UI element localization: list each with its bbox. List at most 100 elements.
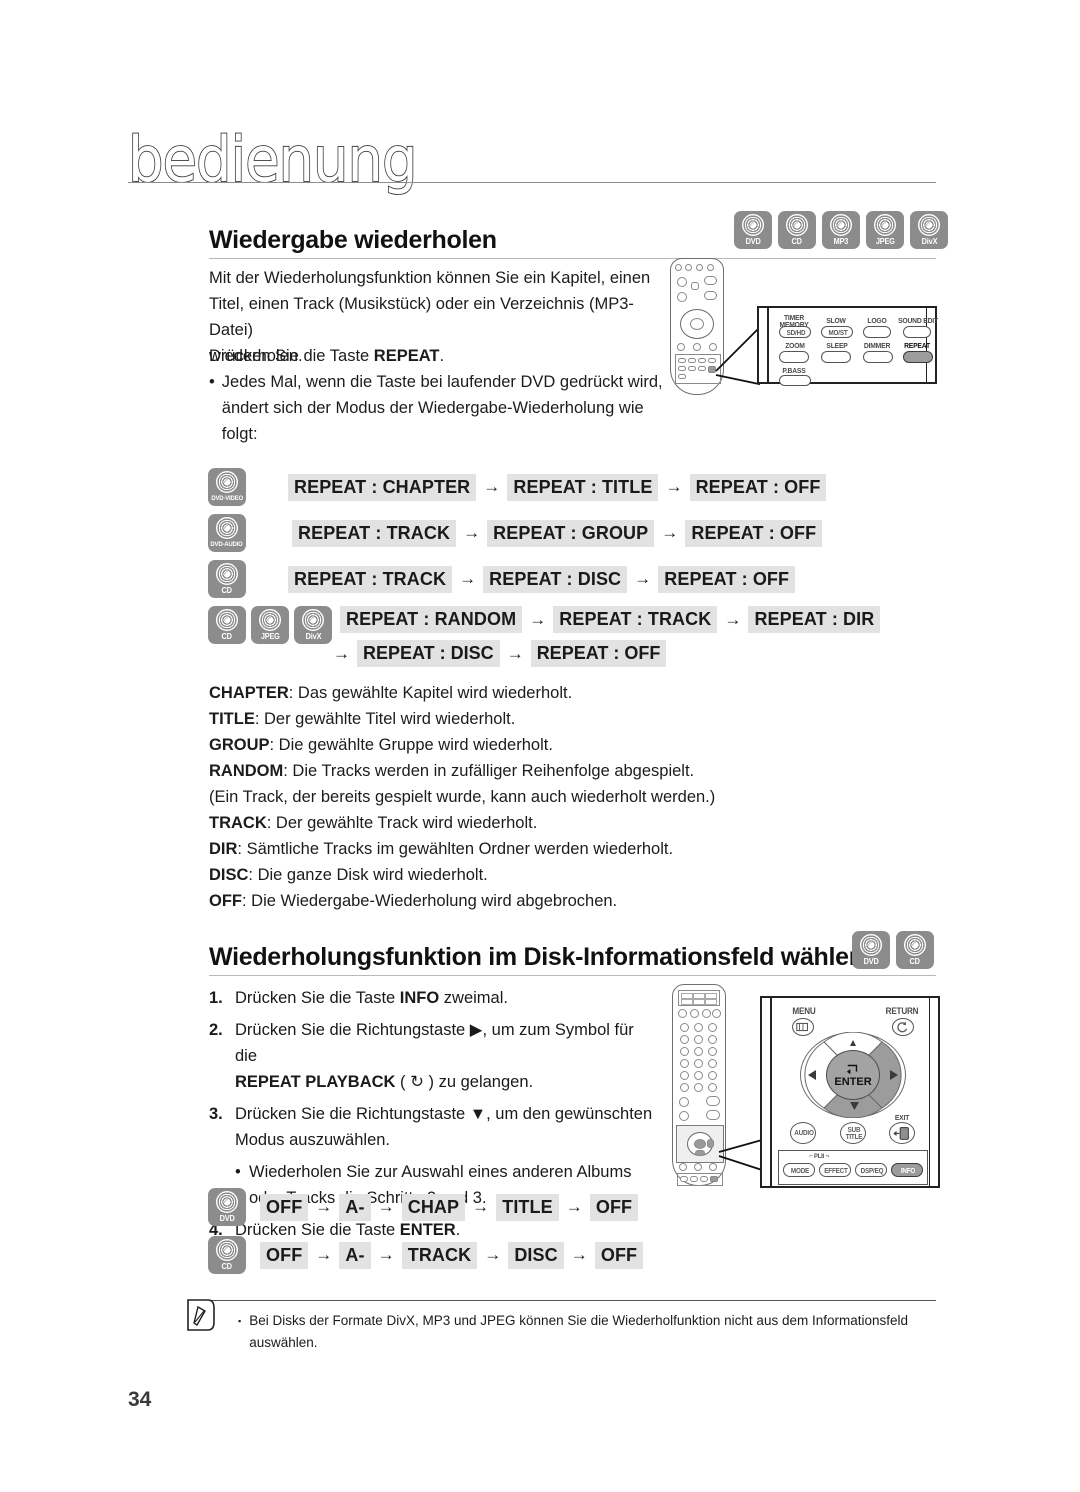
disc-icon <box>860 934 882 956</box>
callout-edge <box>928 998 930 1186</box>
badge-label: DVD-AUDIO <box>210 541 244 548</box>
disc-icon <box>830 214 852 236</box>
intro-line-2: Titel, einen Track (Musikstück) oder ein… <box>209 295 634 339</box>
sequence-arrow-icon: → <box>570 1245 588 1264</box>
label-dolby-plii: ⌐ PLII ¬ <box>809 1153 829 1160</box>
sequence-row-cd: CD REPEAT : TRACK → REPEAT : DISC → REPE… <box>208 560 880 598</box>
definition-term: CHAPTER <box>209 684 289 702</box>
title-divider <box>128 182 936 183</box>
label-mode: MODE <box>790 1168 810 1175</box>
step-text-line: REPEAT PLAYBACK ( ↻ ) zu gelangen. <box>235 1069 659 1095</box>
note-divider <box>196 1300 936 1301</box>
row-disc-icons: CD <box>208 560 288 598</box>
sequence-arrow-icon: → <box>665 477 683 496</box>
section-1-press-instruction: Drücken Sie die Taste REPEAT. • Jedes Ma… <box>209 343 679 447</box>
definition-item: RANDOM: Die Tracks werden in zufälliger … <box>209 758 749 784</box>
disc-badge-dvd-audio: DVD-AUDIO <box>208 514 246 552</box>
label-return: RETURN <box>885 1006 919 1016</box>
sub-bullet-line: Wiederholen Sie zur Auswahl eines andere… <box>249 1163 632 1181</box>
label-subtitle: SUB TITLE <box>845 1127 863 1141</box>
disc-badge-divx: DivX <box>294 606 332 644</box>
definition-desc: : Der gewählte Titel wird wiederholt. <box>254 710 516 728</box>
enter-icon <box>846 1064 858 1075</box>
disc-badge-cd: CD <box>208 1236 246 1274</box>
definition-term: OFF <box>209 892 242 910</box>
page-title: bedienung <box>127 123 418 198</box>
disc-icon <box>216 1191 238 1213</box>
button-sleep <box>821 351 851 363</box>
sequence-chip: OFF <box>589 1193 639 1221</box>
sequence-items-wrap: REPEAT : RANDOM → REPEAT : TRACK → REPEA… <box>333 606 881 667</box>
definition-term: GROUP <box>209 736 270 754</box>
sequence-chip: REPEAT : TRACK <box>292 519 457 547</box>
repeat-key-label: REPEAT <box>373 347 440 365</box>
badge-label: MP3 <box>833 237 849 246</box>
disc-badge-jpeg: JPEG <box>251 606 289 644</box>
badge-label: DVD <box>863 957 879 966</box>
badge-label: DVD-VIDEO <box>211 495 243 502</box>
sequence-arrow-icon: → <box>459 569 477 588</box>
sequence-arrow-icon: → <box>724 609 742 629</box>
sequence-row-dvd-video: DVD-VIDEO REPEAT : CHAPTER → REPEAT : TI… <box>208 468 880 506</box>
disc-badge-dvd: DVD <box>852 931 890 969</box>
step-item: 3. Drücken Sie die Richtungstaste ▼, um … <box>209 1101 659 1153</box>
button-dsp-eq: DSP/EQ <box>855 1163 887 1177</box>
bullet-line-2: ändert sich der Modus der Wiedergabe-Wie… <box>221 399 644 417</box>
sequence-chip: REPEAT : GROUP <box>487 519 655 547</box>
label-enter: ENTER <box>834 1076 872 1088</box>
definition-item: OFF: Die Wiedergabe-Wiederholung wird ab… <box>209 888 749 914</box>
sequence-chip: REPEAT : TITLE <box>507 473 659 501</box>
sequence-arrow-icon: → <box>463 523 481 542</box>
remote-illustration-bottom: MENU RETURN ENTER AUDIO SUB TITLE EXIT ⌐… <box>664 980 944 1202</box>
label-p-bass: P.BASS <box>782 366 806 375</box>
sequence-chip: REPEAT : RANDOM <box>340 606 523 633</box>
definition-desc: (Ein Track, der bereits gespielt wurde, … <box>209 788 716 806</box>
definition-desc: : Die Wiedergabe-Wiederholung wird abgeb… <box>242 892 618 910</box>
sequence-arrow-icon: → <box>472 1197 490 1216</box>
sequence-chip: REPEAT : CHAPTER <box>288 473 477 501</box>
sequence-row-cd-jpeg-divx: CD JPEG DivX REPEAT : RANDOM → REPEAT : … <box>208 606 881 667</box>
dolby-button-group: ⌐ PLII ¬ MODE EFFECT DSP/EQ INFO <box>778 1150 928 1185</box>
bullet-line-3: folgt: <box>221 425 258 443</box>
sequence-chip: OFF <box>260 1241 309 1269</box>
button-sound-edit <box>903 326 931 338</box>
definition-desc: : Das gewählte Kapitel wird wiederholt. <box>288 684 573 702</box>
sequence-arrow-icon: → <box>484 1245 502 1264</box>
button-exit <box>889 1122 915 1144</box>
disc-icon <box>216 1239 238 1261</box>
disc-icon <box>259 609 281 631</box>
badge-label: CD <box>791 237 803 246</box>
bullet-dot: • <box>209 373 215 391</box>
sequence-chip: REPEAT : OFF <box>685 519 823 547</box>
definition-item: CHAPTER: Das gewählte Kapitel wird wiede… <box>209 680 749 706</box>
sequence-row-cd: CD OFF → A- → TRACK → DISC → OFF <box>208 1236 644 1274</box>
row-disc-icons: CD JPEG DivX <box>208 606 340 644</box>
step-text-key: INFO <box>399 989 440 1007</box>
button-zoom <box>779 351 809 363</box>
definition-term: TITLE <box>209 710 255 728</box>
disc-icon <box>918 214 940 236</box>
sequence-items: REPEAT : TRACK → REPEAT : GROUP → REPEAT… <box>292 519 823 547</box>
button-dimmer <box>863 351 893 363</box>
exit-icon <box>893 1127 909 1140</box>
definition-item: TITLE: Der gewählte Titel wird wiederhol… <box>209 706 749 732</box>
step-text-line: Drücken Sie die Richtungstaste ▶, um zum… <box>235 1021 634 1065</box>
sequence-arrow-icon: → <box>377 1197 395 1216</box>
section-2-disc-badges: DVD CD <box>852 931 934 969</box>
disc-badge-dvd: DVD <box>734 211 772 249</box>
button-info-highlighted: INFO <box>891 1163 923 1177</box>
definition-item: TRACK: Der gewählte Track wird wiederhol… <box>209 810 749 836</box>
sequence-chip: REPEAT : DISC <box>357 640 500 667</box>
remote-callout-bottom: MENU RETURN ENTER AUDIO SUB TITLE EXIT ⌐… <box>760 996 940 1188</box>
disc-icon <box>302 609 324 631</box>
chapter-title-text: bedienung <box>127 123 418 198</box>
sequence-arrow-icon: → <box>506 643 524 663</box>
disc-icon <box>216 471 238 493</box>
step-text-post: zweimal. <box>439 989 508 1007</box>
section-2-divider <box>209 975 936 976</box>
button-mo-st: MO/ST <box>821 326 853 338</box>
badge-label: JPEG <box>260 632 280 641</box>
sequence-arrow-icon: → <box>634 569 652 588</box>
page-number: 34 <box>128 1388 152 1411</box>
step-number: 3. <box>209 1105 223 1123</box>
